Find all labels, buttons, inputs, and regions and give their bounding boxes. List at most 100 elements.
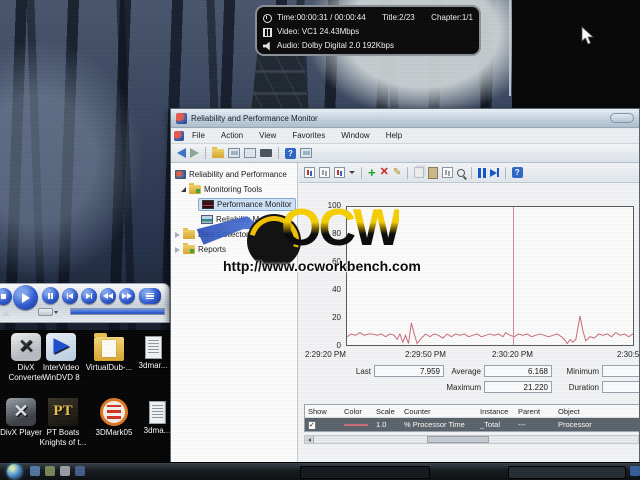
tree-root-reliability-and-performance[interactable]: Reliability and Performance bbox=[171, 167, 297, 182]
menu-window[interactable]: Window bbox=[333, 131, 377, 140]
window-control-button[interactable] bbox=[610, 113, 634, 123]
forward-icon[interactable] bbox=[190, 148, 199, 158]
next-chapter-button[interactable] bbox=[81, 288, 97, 304]
y-tick-20: 20 bbox=[315, 313, 341, 322]
taskbar[interactable] bbox=[0, 462, 640, 480]
menu-favorites[interactable]: Favorites bbox=[284, 131, 333, 140]
menu-button[interactable] bbox=[139, 288, 161, 304]
windvd-icon: ▶ bbox=[46, 333, 76, 361]
quick-launch-icon[interactable] bbox=[45, 466, 55, 476]
graph-type-caret-icon[interactable] bbox=[349, 171, 355, 174]
console-root-icon bbox=[175, 170, 186, 179]
desktop-icon-pt-boats[interactable]: PT PT Boats Knights of t... bbox=[34, 398, 92, 448]
menu-file[interactable]: File bbox=[184, 131, 213, 140]
help-icon[interactable]: ? bbox=[512, 167, 523, 178]
y-tick-100: 100 bbox=[315, 201, 341, 210]
scrollbar-thumb[interactable] bbox=[427, 436, 489, 443]
window-title: Reliability and Performance Monitor bbox=[191, 114, 318, 123]
start-orb[interactable] bbox=[7, 464, 22, 479]
3dmark05-icon bbox=[100, 398, 128, 426]
up-folder-icon[interactable] bbox=[212, 149, 224, 158]
title-bar[interactable]: Reliability and Performance Monitor bbox=[171, 109, 639, 128]
mouse-cursor bbox=[581, 26, 595, 46]
cpu-usage-chart bbox=[346, 206, 634, 346]
duration-value bbox=[602, 381, 640, 393]
new-window-icon[interactable] bbox=[300, 148, 312, 158]
previous-chapter-button[interactable] bbox=[62, 288, 78, 304]
legend-horizontal-scrollbar[interactable] bbox=[304, 435, 639, 444]
paste-counter-list-icon[interactable] bbox=[428, 167, 438, 179]
taskbar-button[interactable] bbox=[508, 466, 626, 479]
maximum-label: Maximum bbox=[411, 383, 481, 392]
rewind-button[interactable] bbox=[100, 288, 116, 304]
minimum-value bbox=[602, 365, 640, 377]
tree-item-data-collector-sets[interactable]: Data Collector Sets bbox=[171, 227, 297, 242]
performance-monitor-icon bbox=[202, 200, 214, 209]
window-icon[interactable] bbox=[244, 148, 256, 158]
window-edge-line bbox=[509, 0, 511, 96]
osd-chapter: Chapter:1/1 bbox=[431, 11, 473, 25]
view-log-data-icon[interactable] bbox=[319, 167, 330, 178]
tree-item-performance-monitor[interactable]: Performance Monitor bbox=[171, 197, 297, 212]
timeline-marker bbox=[513, 207, 514, 345]
collapsed-twisty-icon[interactable] bbox=[175, 247, 180, 253]
minimum-label: Minimum bbox=[555, 367, 599, 376]
tree-item-monitoring-tools[interactable]: Monitoring Tools bbox=[171, 182, 297, 197]
properties-icon[interactable] bbox=[442, 167, 453, 178]
osd-time: Time:00:00:31 / 00:00:44 bbox=[277, 11, 366, 25]
menu-view[interactable]: View bbox=[251, 131, 284, 140]
freeze-display-icon[interactable] bbox=[478, 168, 486, 178]
quick-launch-icon[interactable] bbox=[60, 466, 70, 476]
copy-properties-icon[interactable] bbox=[414, 167, 424, 178]
pt-boats-icon: PT bbox=[48, 398, 78, 426]
folder-icon bbox=[94, 337, 124, 361]
change-graph-type-icon[interactable] bbox=[334, 167, 345, 178]
y-tick-60: 60 bbox=[315, 257, 341, 266]
update-data-icon[interactable] bbox=[490, 168, 499, 177]
legend-color-swatch bbox=[344, 424, 368, 426]
dvd-player-controls bbox=[0, 283, 170, 323]
reliability-monitor-icon bbox=[201, 215, 213, 224]
highlight-icon[interactable]: ✎ bbox=[393, 167, 401, 178]
play-button[interactable] bbox=[13, 285, 38, 310]
document-icon bbox=[149, 401, 166, 424]
show-console-tree-icon[interactable] bbox=[228, 148, 240, 158]
view-current-activity-icon[interactable] bbox=[304, 167, 315, 178]
help-icon[interactable]: ? bbox=[285, 148, 296, 159]
last-label: Last bbox=[317, 367, 371, 376]
quick-launch-icon[interactable] bbox=[30, 466, 40, 476]
expanded-twisty-icon[interactable] bbox=[181, 187, 186, 192]
film-icon bbox=[263, 28, 272, 37]
stop-button[interactable] bbox=[0, 288, 12, 305]
eject-button[interactable] bbox=[38, 308, 53, 316]
tree-item-reports[interactable]: Reports bbox=[171, 242, 297, 257]
x-tick-2: 2:29:50 PM bbox=[405, 350, 446, 359]
perfmon-toolbar: + ✕ ✎ ? bbox=[299, 163, 639, 183]
collapsed-twisty-icon[interactable] bbox=[175, 232, 180, 238]
show-checkbox[interactable]: ✓ bbox=[308, 421, 316, 429]
osd-audio: Audio: Dolby Digital 2.0 192Kbps bbox=[277, 39, 394, 53]
counter-legend-table: Show Color Scale Counter Instance Parent… bbox=[304, 404, 640, 432]
zoom-icon[interactable] bbox=[457, 169, 465, 177]
menu-bar: File Action View Favorites Window Help bbox=[171, 128, 639, 144]
menu-action[interactable]: Action bbox=[213, 131, 251, 140]
scroll-left-arrow-icon[interactable] bbox=[305, 436, 314, 443]
y-tick-80: 80 bbox=[315, 229, 341, 238]
fast-forward-button[interactable] bbox=[119, 288, 135, 304]
legend-counter-row[interactable]: ✓ 1.0 % Processor Time _Total --- Proces… bbox=[305, 418, 640, 431]
quick-launch-icon[interactable] bbox=[75, 466, 85, 476]
monitor-photo: Time:00:00:31 / 00:00:44 Title:2/23 Chap… bbox=[0, 0, 640, 480]
data-collector-sets-icon bbox=[183, 230, 195, 239]
taskbar-button[interactable] bbox=[300, 466, 430, 479]
tree-item-reliability-monitor[interactable]: Reliability Monitor bbox=[171, 212, 297, 227]
seek-slider[interactable] bbox=[70, 308, 165, 315]
back-icon[interactable] bbox=[177, 148, 186, 158]
tray-icon[interactable] bbox=[630, 466, 640, 476]
add-counter-icon[interactable]: + bbox=[368, 167, 376, 178]
pause-button[interactable] bbox=[42, 287, 59, 304]
cpu-line bbox=[347, 316, 633, 344]
delete-counter-icon[interactable]: ✕ bbox=[380, 167, 389, 178]
export-icon[interactable] bbox=[260, 149, 272, 157]
menu-help[interactable]: Help bbox=[378, 131, 410, 140]
perfmon-pane: + ✕ ✎ ? 100 80 60 40 20 0 bbox=[299, 163, 639, 463]
